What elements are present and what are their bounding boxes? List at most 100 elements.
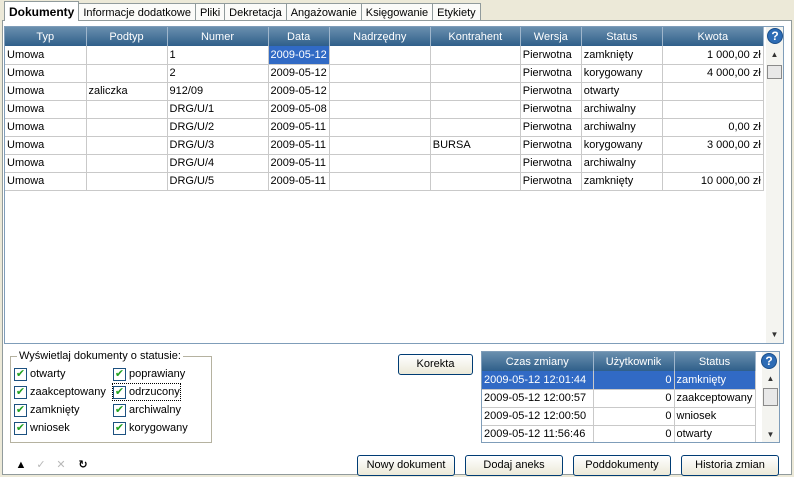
history-scroll-up-arrow-icon[interactable]: ▲ bbox=[762, 372, 779, 386]
history-row[interactable]: 2009-05-12 12:01:44 0 zamknięty bbox=[482, 371, 756, 390]
status-checkbox-archiwalny[interactable]: ✔ archiwalny bbox=[113, 402, 181, 418]
cell-kwota[interactable] bbox=[662, 100, 764, 119]
cell-kontrahent[interactable] bbox=[430, 82, 521, 101]
cell-status[interactable]: zamknięty bbox=[581, 172, 663, 191]
history-cell-czas-zmiany[interactable]: 2009-05-12 12:01:44 bbox=[482, 371, 594, 390]
cell-data[interactable]: 2009-05-11 bbox=[268, 136, 330, 155]
checkmark-icon[interactable]: ✔ bbox=[113, 385, 126, 399]
checkmark-icon[interactable]: ✔ bbox=[14, 421, 27, 435]
cell-status[interactable]: otwarty bbox=[581, 82, 663, 101]
accept-check-icon[interactable]: ✓ bbox=[34, 458, 48, 472]
cell-podtyp[interactable] bbox=[86, 154, 168, 173]
cell-wersja[interactable]: Pierwotna bbox=[520, 64, 582, 83]
cell-numer[interactable]: 1 bbox=[167, 46, 269, 65]
table-row[interactable]: Umowa DRG/U/1 2009-05-08 Pierwotna archiwaln… bbox=[5, 100, 764, 119]
column-header-wersja[interactable]: Wersja bbox=[520, 27, 582, 46]
cell-kwota[interactable]: 3 000,00 zł bbox=[662, 136, 764, 155]
history-cell-status[interactable]: zamknięty bbox=[674, 371, 756, 390]
checkmark-icon[interactable]: ✔ bbox=[14, 367, 27, 381]
cell-wersja[interactable]: Pierwotna bbox=[520, 100, 582, 119]
history-cell-uzytkownik[interactable]: 0 bbox=[593, 371, 675, 390]
cell-numer[interactable]: DRG/U/4 bbox=[167, 154, 269, 173]
cell-numer[interactable]: DRG/U/1 bbox=[167, 100, 269, 119]
table-row[interactable]: Umowa DRG/U/3 2009-05-11 BURSA Pierwotna kory… bbox=[5, 136, 764, 155]
cell-podtyp[interactable] bbox=[86, 100, 168, 119]
status-checkbox-zamknięty[interactable]: ✔ zamknięty bbox=[14, 402, 80, 418]
column-header-podtyp[interactable]: Podtyp bbox=[86, 27, 168, 46]
cell-kwota[interactable] bbox=[662, 82, 764, 101]
history-row[interactable]: 2009-05-12 12:00:50 0 wniosek bbox=[482, 407, 756, 426]
tab-dokumenty[interactable]: Dokumenty bbox=[4, 1, 80, 21]
cell-typ[interactable]: Umowa bbox=[5, 136, 87, 155]
cell-typ[interactable]: Umowa bbox=[5, 100, 87, 119]
tab-dekretacja[interactable]: Dekretacja bbox=[224, 3, 287, 21]
cell-numer[interactable]: DRG/U/3 bbox=[167, 136, 269, 155]
cell-wersja[interactable]: Pierwotna bbox=[520, 154, 582, 173]
cell-podtyp[interactable] bbox=[86, 172, 168, 191]
cell-podtyp[interactable] bbox=[86, 64, 168, 83]
history-row[interactable]: 2009-05-12 11:56:46 0 otwarty bbox=[482, 425, 756, 442]
cell-kontrahent[interactable]: BURSA bbox=[430, 136, 521, 155]
cell-kontrahent[interactable] bbox=[430, 172, 521, 191]
column-header-typ[interactable]: Typ bbox=[5, 27, 87, 46]
table-row[interactable]: Umowa zaliczka 912/09 2009-05-12 Pierwotna ot… bbox=[5, 82, 764, 101]
cell-data[interactable]: 2009-05-11 bbox=[268, 154, 330, 173]
cell-podtyp[interactable] bbox=[86, 136, 168, 155]
checkmark-icon[interactable]: ✔ bbox=[14, 385, 27, 399]
cell-wersja[interactable]: Pierwotna bbox=[520, 136, 582, 155]
cell-kontrahent[interactable] bbox=[430, 64, 521, 83]
korekta-button[interactable]: Korekta bbox=[398, 354, 473, 375]
history-cell-uzytkownik[interactable]: 0 bbox=[593, 407, 675, 426]
history-help-icon[interactable]: ? bbox=[761, 353, 777, 369]
documents-scrollbar[interactable]: ▲ ▼ bbox=[766, 27, 783, 343]
cell-status[interactable]: archiwalny bbox=[581, 100, 663, 119]
table-row[interactable]: Umowa 1 2009-05-12 Pierwotna zamknięty 1 000,… bbox=[5, 46, 764, 65]
help-icon[interactable]: ? bbox=[767, 28, 783, 44]
column-header-nadrzedny[interactable]: Nadrzędny bbox=[329, 27, 431, 46]
historia-zmian-button[interactable]: Historia zmian bbox=[681, 455, 779, 476]
history-cell-status[interactable]: wniosek bbox=[674, 407, 756, 426]
cell-status[interactable]: archiwalny bbox=[581, 118, 663, 137]
tab-etykiety[interactable]: Etykiety bbox=[432, 3, 481, 21]
cell-wersja[interactable]: Pierwotna bbox=[520, 82, 582, 101]
cell-nadrzedny[interactable] bbox=[329, 172, 431, 191]
cell-status[interactable]: archiwalny bbox=[581, 154, 663, 173]
cell-kwota[interactable]: 10 000,00 zł bbox=[662, 172, 764, 191]
column-header-data[interactable]: Data bbox=[268, 27, 330, 46]
nowy-dokument-button[interactable]: Nowy dokument bbox=[357, 455, 455, 476]
cell-kwota[interactable]: 0,00 zł bbox=[662, 118, 764, 137]
move-up-icon[interactable]: ▲ bbox=[14, 458, 28, 472]
cell-nadrzedny[interactable] bbox=[329, 82, 431, 101]
tab-pliki[interactable]: Pliki bbox=[194, 3, 226, 21]
column-header-czas-zmiany[interactable]: Czas zmiany bbox=[482, 352, 594, 371]
column-header-uzytkownik[interactable]: Użytkownik bbox=[593, 352, 675, 371]
cell-data[interactable]: 2009-05-11 bbox=[268, 118, 330, 137]
cell-kontrahent[interactable] bbox=[430, 46, 521, 65]
table-row[interactable]: Umowa DRG/U/2 2009-05-11 Pierwotna archiwaln… bbox=[5, 118, 764, 137]
cell-data[interactable]: 2009-05-12 bbox=[268, 82, 330, 101]
table-row[interactable]: Umowa DRG/U/5 2009-05-11 Pierwotna zamknięty… bbox=[5, 172, 764, 191]
reject-x-icon[interactable]: ✕ bbox=[54, 458, 68, 472]
column-header-kontrahent[interactable]: Kontrahent bbox=[430, 27, 521, 46]
cell-status[interactable]: korygowany bbox=[581, 136, 663, 155]
cell-podtyp[interactable]: zaliczka bbox=[86, 82, 168, 101]
status-checkbox-korygowany[interactable]: ✔ korygowany bbox=[113, 420, 188, 436]
history-cell-uzytkownik[interactable]: 0 bbox=[593, 389, 675, 408]
status-checkbox-zaakceptowany[interactable]: ✔ zaakceptowany bbox=[14, 384, 106, 400]
scroll-thumb[interactable] bbox=[767, 65, 782, 79]
status-checkbox-odrzucony[interactable]: ✔ odrzucony bbox=[112, 383, 181, 401]
cell-data[interactable]: 2009-05-11 bbox=[268, 172, 330, 191]
cell-typ[interactable]: Umowa bbox=[5, 46, 87, 65]
cell-numer[interactable]: DRG/U/5 bbox=[167, 172, 269, 191]
cell-numer[interactable]: 2 bbox=[167, 64, 269, 83]
dodaj-aneks-button[interactable]: Dodaj aneks bbox=[465, 455, 563, 476]
cell-kontrahent[interactable] bbox=[430, 118, 521, 137]
scroll-down-arrow-icon[interactable]: ▼ bbox=[766, 327, 783, 343]
cell-data[interactable]: 2009-05-12 bbox=[268, 64, 330, 83]
cell-typ[interactable]: Umowa bbox=[5, 154, 87, 173]
cell-nadrzedny[interactable] bbox=[329, 154, 431, 173]
history-cell-czas-zmiany[interactable]: 2009-05-12 11:56:46 bbox=[482, 425, 594, 442]
cell-numer[interactable]: 912/09 bbox=[167, 82, 269, 101]
cell-data[interactable]: 2009-05-08 bbox=[268, 100, 330, 119]
poddokumenty-button[interactable]: Poddokumenty bbox=[573, 455, 671, 476]
